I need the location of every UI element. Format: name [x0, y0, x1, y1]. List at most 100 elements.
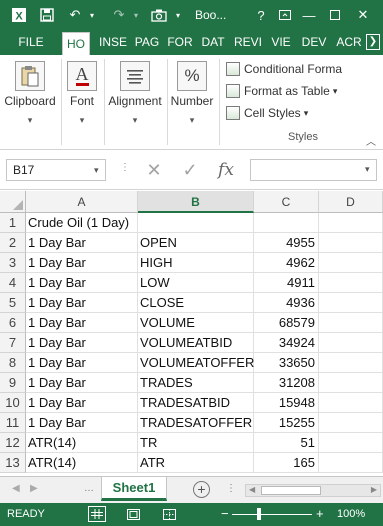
cancel-icon[interactable]: ✕ — [136, 160, 172, 181]
cell-d[interactable] — [319, 353, 383, 373]
row-header[interactable]: 6 — [0, 313, 26, 333]
row-header[interactable]: 11 — [0, 413, 26, 433]
row-header[interactable]: 10 — [0, 393, 26, 413]
tab-formulas[interactable]: FOR — [166, 30, 194, 55]
chevron-down-icon[interactable]: ▾ — [94, 165, 99, 176]
cell-d[interactable] — [319, 273, 383, 293]
close-icon[interactable]: ✕ — [352, 4, 374, 26]
worksheet-grid[interactable]: A B C D 1 Crude Oil (1 Day) 2 1 Day Bar OPEN… — [0, 191, 383, 476]
cell-d[interactable] — [319, 293, 383, 313]
cell-d[interactable] — [319, 393, 383, 413]
zoom-out-icon[interactable]: − — [221, 506, 229, 521]
normal-view-icon[interactable] — [88, 506, 106, 522]
font-group[interactable]: A Font ▾ — [62, 55, 102, 150]
row-header[interactable]: 5 — [0, 293, 26, 313]
cell-b[interactable]: LOW — [138, 273, 254, 293]
name-box[interactable]: B17 — [6, 159, 106, 181]
conditional-formatting-button[interactable]: Conditional Forma — [226, 59, 342, 79]
cell-c[interactable]: 4911 — [254, 273, 319, 293]
cell-d[interactable] — [319, 373, 383, 393]
cell-a[interactable]: 1 Day Bar — [26, 333, 138, 353]
cell-a[interactable]: ATR(14) — [26, 433, 138, 453]
cell-d[interactable] — [319, 433, 383, 453]
enter-icon[interactable]: ✓ — [172, 160, 208, 181]
row-header[interactable]: 12 — [0, 433, 26, 453]
cell-c[interactable]: 68579 — [254, 313, 319, 333]
row-header[interactable]: 7 — [0, 333, 26, 353]
cell-c[interactable]: 34924 — [254, 333, 319, 353]
tab-review[interactable]: REVI — [232, 30, 264, 55]
cell-a[interactable]: ATR(14) — [26, 453, 138, 473]
undo-icon[interactable]: ↶ — [64, 5, 86, 25]
split-handle-icon[interactable]: ⋮ — [226, 483, 236, 494]
column-header-b[interactable]: B — [138, 191, 254, 213]
cell-b[interactable]: VOLUMEATBID — [138, 333, 254, 353]
row-header[interactable]: 13 — [0, 453, 26, 473]
minimize-icon[interactable]: — — [298, 4, 320, 26]
undo-dropdown-icon[interactable]: ▾ — [86, 5, 98, 25]
row-header[interactable]: 2 — [0, 233, 26, 253]
row-header[interactable]: 4 — [0, 273, 26, 293]
cell-a[interactable]: Crude Oil (1 Day) — [26, 213, 138, 233]
cell-c[interactable]: 31208 — [254, 373, 319, 393]
insert-function-icon[interactable]: fx — [208, 160, 244, 180]
more-sheets-icon[interactable]: … — [84, 483, 94, 494]
cell-d[interactable] — [319, 253, 383, 273]
cell-a[interactable]: 1 Day Bar — [26, 273, 138, 293]
cell-a[interactable]: 1 Day Bar — [26, 233, 138, 253]
tab-data[interactable]: DAT — [198, 30, 228, 55]
tab-acrobat[interactable]: ACR — [334, 30, 364, 55]
cell-b[interactable]: TR — [138, 433, 254, 453]
add-sheet-icon[interactable]: + — [193, 481, 210, 498]
redo-icon[interactable]: ↷ — [108, 5, 130, 25]
cell-a[interactable]: 1 Day Bar — [26, 313, 138, 333]
save-icon[interactable] — [36, 5, 58, 25]
page-break-view-icon[interactable] — [160, 506, 178, 522]
cell-b[interactable]: VOLUMEATOFFER — [138, 353, 254, 373]
column-header-c[interactable]: C — [254, 191, 319, 213]
row-header[interactable]: 9 — [0, 373, 26, 393]
scroll-left-icon[interactable]: ◀ — [249, 485, 255, 494]
column-header-a[interactable]: A — [26, 191, 138, 213]
tab-page-layout[interactable]: PAG — [132, 30, 162, 55]
cell-b[interactable]: ATR — [138, 453, 254, 473]
cell-d[interactable] — [319, 233, 383, 253]
cell-b[interactable]: HIGH — [138, 253, 254, 273]
maximize-icon[interactable] — [324, 4, 346, 26]
cell-b[interactable]: TRADES — [138, 373, 254, 393]
row-header[interactable]: 8 — [0, 353, 26, 373]
horizontal-scrollbar[interactable]: ◀ ▶ — [245, 484, 381, 497]
zoom-slider-thumb[interactable] — [257, 508, 261, 520]
scroll-right-icon[interactable]: ▶ — [371, 485, 377, 494]
cell-a[interactable]: 1 Day Bar — [26, 353, 138, 373]
row-header[interactable]: 3 — [0, 253, 26, 273]
cell-c[interactable]: 4962 — [254, 253, 319, 273]
camera-icon[interactable] — [148, 5, 170, 25]
zoom-slider[interactable] — [232, 514, 312, 515]
cell-a[interactable]: 1 Day Bar — [26, 253, 138, 273]
cell-c[interactable]: 33650 — [254, 353, 319, 373]
zoom-in-icon[interactable]: + — [316, 506, 324, 521]
cell-b[interactable]: OPEN — [138, 233, 254, 253]
select-all-button[interactable] — [0, 191, 26, 213]
cell-c[interactable] — [254, 213, 319, 233]
collapse-ribbon-icon[interactable]: ︿ — [366, 133, 376, 148]
cell-d[interactable] — [319, 213, 383, 233]
cell-c[interactable]: 15948 — [254, 393, 319, 413]
clipboard-group[interactable]: Clipboard ▾ — [0, 55, 60, 150]
formula-input[interactable] — [250, 159, 377, 181]
cell-c[interactable]: 15255 — [254, 413, 319, 433]
tab-insert[interactable]: INSE — [96, 30, 130, 55]
cell-b[interactable]: TRADESATOFFER — [138, 413, 254, 433]
customize-toolbar-icon[interactable]: ▾ — [172, 5, 184, 25]
cell-b[interactable]: VOLUME — [138, 313, 254, 333]
redo-dropdown-icon[interactable]: ▾ — [130, 5, 142, 25]
column-header-d[interactable]: D — [319, 191, 383, 213]
tab-home[interactable]: HO — [62, 32, 90, 55]
help-icon[interactable]: ? — [250, 4, 272, 26]
row-header[interactable]: 1 — [0, 213, 26, 233]
cell-c[interactable]: 51 — [254, 433, 319, 453]
resize-handle-icon[interactable]: ⋮ — [120, 162, 130, 173]
previous-sheet-icon[interactable]: ◀ — [12, 483, 20, 494]
cell-c[interactable]: 165 — [254, 453, 319, 473]
